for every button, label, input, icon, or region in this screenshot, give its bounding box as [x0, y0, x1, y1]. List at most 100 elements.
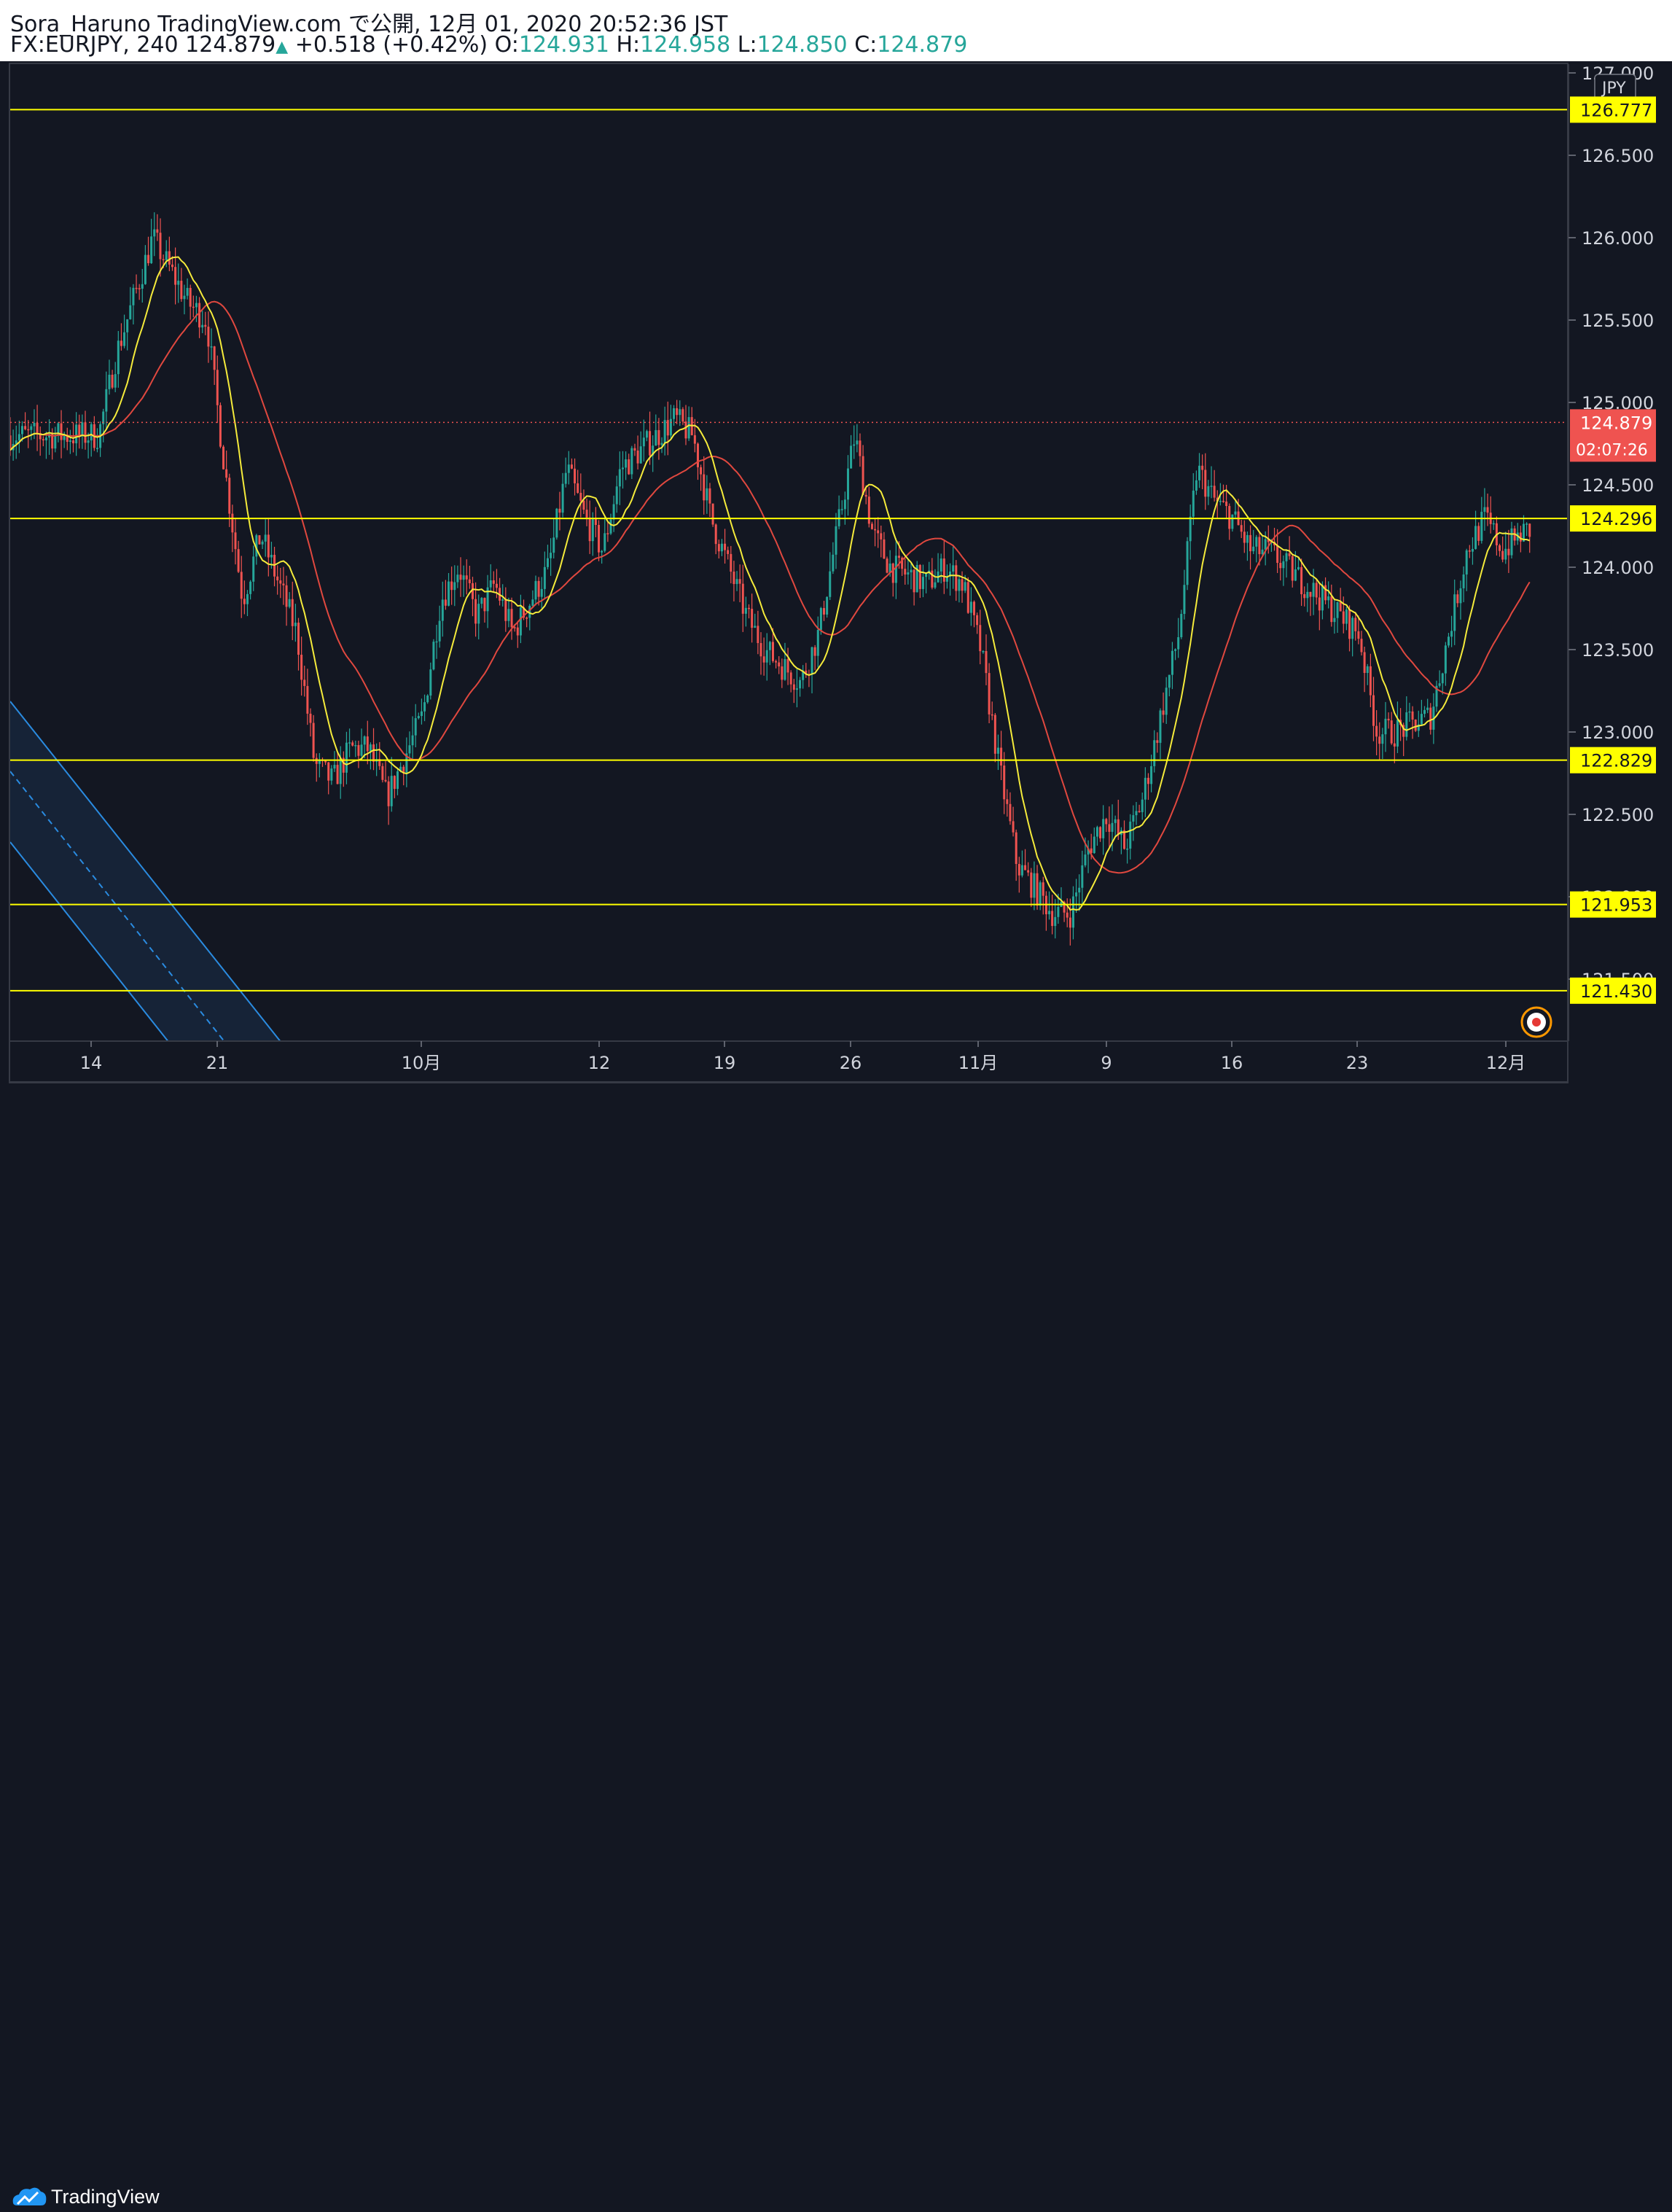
candle-body [679, 409, 681, 416]
candle-body [1183, 585, 1186, 615]
candle-body [966, 582, 969, 613]
candle-body [366, 736, 369, 752]
candle-body [748, 607, 751, 610]
candle-body [291, 599, 294, 626]
candle-body [969, 601, 972, 613]
candles-group [10, 212, 1531, 946]
candle-body [1057, 907, 1060, 917]
candle-body [1231, 514, 1234, 529]
candle-body [819, 608, 822, 631]
candle-body [921, 577, 924, 589]
candle-body [138, 288, 141, 289]
candle-body [144, 254, 147, 284]
candle-body [1252, 546, 1255, 552]
candle-body [285, 585, 288, 607]
level-price-label: 126.777 [1580, 100, 1652, 120]
price-tick-label: 124.500 [1582, 475, 1654, 496]
candle-body [282, 583, 285, 585]
candle-body [1483, 507, 1486, 512]
candle-body [519, 607, 522, 636]
candle-body [1036, 873, 1039, 906]
candle-body [744, 607, 747, 614]
candle-body [489, 580, 492, 588]
candle-body [324, 760, 327, 763]
time-tick-label: 9 [1101, 1053, 1112, 1073]
price-tick-label: 124.000 [1582, 558, 1654, 578]
candle-body [426, 695, 429, 703]
candle-body [1366, 666, 1369, 673]
candle-body [315, 758, 318, 764]
time-tick-label: 10月 [402, 1053, 442, 1073]
candle-body [384, 779, 387, 782]
candle-body [393, 776, 396, 790]
candle-body [1042, 882, 1044, 896]
candle-body [642, 437, 645, 447]
candle-body [724, 543, 727, 550]
candle-body [132, 287, 135, 305]
candle-body [363, 736, 366, 745]
candle-body [1453, 594, 1456, 631]
candle-body [141, 284, 144, 289]
candle-body [1000, 747, 1003, 766]
candle-body [1321, 585, 1324, 611]
candle-body [483, 598, 486, 612]
candle-body [1339, 601, 1342, 612]
candle-body [306, 685, 309, 714]
candle-body [369, 744, 372, 752]
candle-body [741, 583, 744, 614]
candle-body [799, 679, 802, 689]
candle-body [1129, 821, 1132, 849]
candle-body [526, 618, 528, 619]
candle-body [846, 468, 849, 500]
candle-body [594, 518, 597, 526]
candle-body [850, 445, 853, 469]
candle-body [1438, 683, 1441, 686]
candle-body [835, 526, 837, 555]
candle-body [327, 762, 330, 781]
candle-body [1294, 569, 1297, 581]
candle-body [1372, 695, 1375, 726]
candle-body [171, 264, 173, 268]
candle-body [1510, 528, 1513, 556]
candle-body [297, 623, 300, 655]
candle-body [1135, 811, 1138, 816]
candle-body [1342, 611, 1345, 624]
candle-body [993, 714, 996, 754]
time-tick-label: 11月 [958, 1053, 999, 1073]
candle-body [117, 340, 120, 375]
candle-body [1228, 506, 1231, 529]
price-chart[interactable]: 127.000126.500126.000125.500125.000124.5… [0, 0, 1672, 1085]
candle-body [1327, 596, 1330, 601]
candle-body [1360, 639, 1363, 653]
candle-body [781, 666, 784, 680]
candle-body [759, 643, 762, 657]
candle-body [1405, 712, 1408, 737]
candle-body [1048, 911, 1051, 914]
candle-body [1051, 911, 1054, 927]
candle-body [465, 575, 468, 580]
candle-body [832, 554, 835, 572]
candle-body [955, 565, 958, 591]
candle-body [531, 599, 534, 606]
candle-body [693, 435, 696, 444]
candle-body [1408, 711, 1411, 713]
price-tick-label: 125.500 [1582, 311, 1654, 331]
candle-body [886, 558, 888, 573]
candle-body [606, 533, 609, 534]
candle-body [348, 742, 351, 744]
candle-body [1324, 585, 1327, 601]
candle-body [1480, 511, 1483, 541]
candle-body [1471, 548, 1474, 552]
time-tick-label: 26 [840, 1053, 862, 1073]
candle-body [1024, 865, 1027, 871]
candle-body [579, 492, 582, 501]
candle-body [738, 579, 741, 584]
candle-body [330, 768, 333, 781]
candle-body [561, 483, 564, 513]
candle-body [1504, 548, 1507, 560]
candle-body [1264, 539, 1267, 550]
candle-body [387, 781, 390, 806]
candle-body [150, 236, 153, 264]
candle-body [1411, 711, 1414, 720]
candle-body [1102, 819, 1105, 838]
